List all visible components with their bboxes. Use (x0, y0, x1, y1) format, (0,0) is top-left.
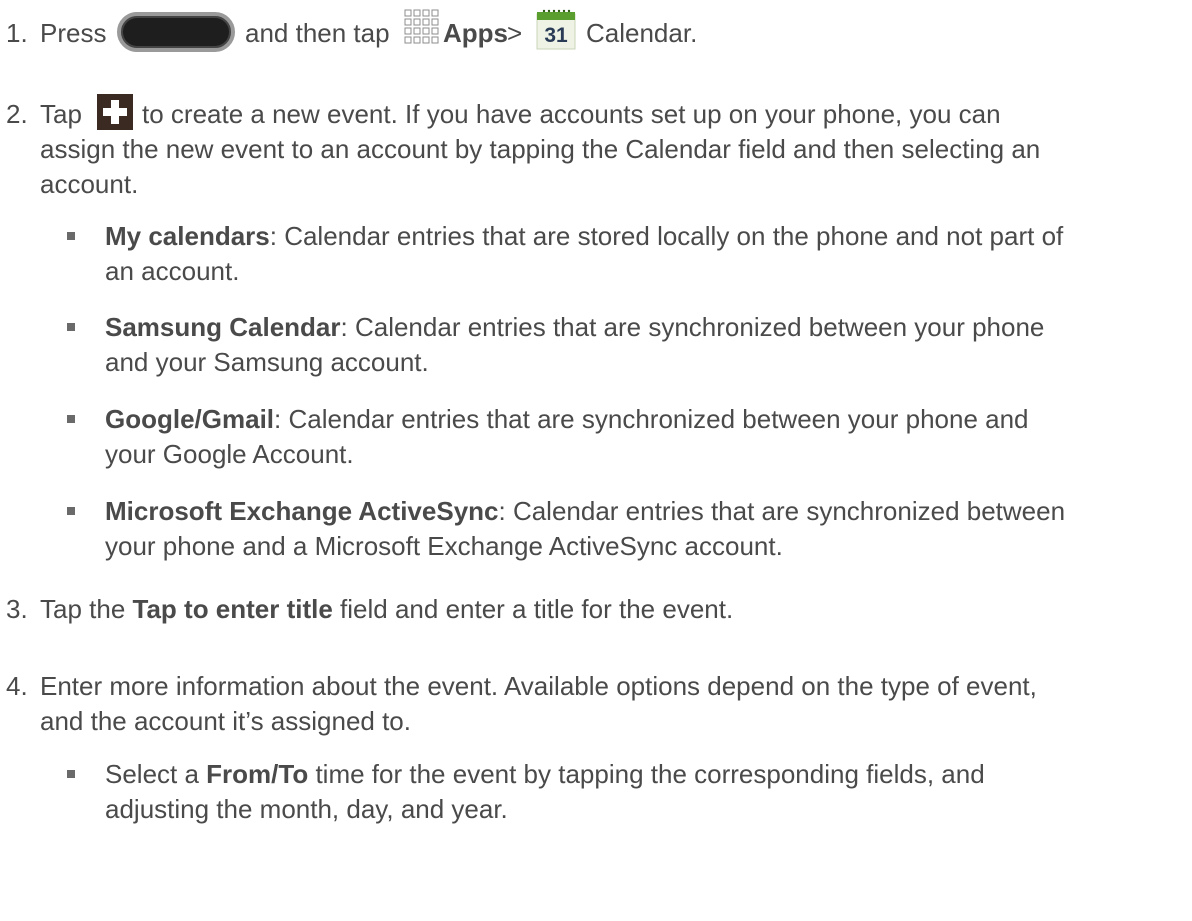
step-3-pre: Tap the (40, 594, 133, 624)
breadcrumb-separator: > (507, 18, 523, 48)
bullet-marker (67, 323, 75, 331)
step-3-post: field and enter a title for the event. (332, 594, 734, 624)
step-number: 2. (6, 99, 28, 129)
calendar-icon-day: 31 (544, 24, 568, 47)
from-to-label: From/To (206, 759, 309, 789)
step-4-line-1: Enter more information about the event. … (40, 671, 1037, 701)
step-number: 4. (6, 671, 28, 701)
step-text-tap: Tap (40, 99, 82, 129)
bullet-marker (67, 507, 75, 515)
step-text-press: Press (40, 18, 107, 48)
option-name: Samsung Calendar (105, 312, 341, 342)
step-4-line-2: and the account it’s assigned to. (40, 706, 411, 736)
option-description: : Calendar entries that are synchronized… (274, 404, 1029, 434)
option-description-cont: your Google Account. (105, 439, 354, 469)
step-2-line-3: account. (40, 169, 139, 199)
step-number: 3. (6, 594, 28, 624)
apps-label: Apps (443, 18, 508, 48)
step-2-line-1: to create a new event. If you have accou… (142, 99, 1001, 129)
home-key-icon (117, 12, 235, 52)
bullet-marker (67, 232, 75, 240)
option-description: : Calendar entries that are synchronized… (340, 312, 1045, 342)
option-description-cont: an account. (105, 256, 240, 286)
add-event-icon (97, 94, 133, 130)
calendar-icon: 31 (536, 8, 576, 50)
title-field-label: Tap to enter title (132, 594, 333, 624)
apps-grid-icon (403, 8, 439, 48)
step-text-and-then-tap: and then tap (245, 18, 390, 48)
option-description: : Calendar entries that are stored local… (269, 221, 1064, 251)
calendar-label: Calendar. (586, 18, 698, 48)
step-1: 1. Press and then tap Apps > 31 Calendar… (0, 8, 1192, 58)
step-number: 1. (6, 18, 28, 48)
option-post: time for the event by tapping the corres… (308, 759, 985, 789)
bullet-marker (67, 770, 75, 778)
option-name: Microsoft Exchange ActiveSync (105, 496, 499, 526)
bullet-marker (67, 415, 75, 423)
option-name: My calendars (105, 221, 270, 251)
option-pre: Select a (105, 759, 207, 789)
option-name: Google/Gmail (105, 404, 275, 434)
option-description: : Calendar entries that are synchronized… (498, 496, 1066, 526)
step-2-line-2: assign the new event to an account by ta… (40, 134, 1041, 164)
option-description-cont: adjusting the month, day, and year. (105, 794, 508, 824)
option-description-cont: your phone and a Microsoft Exchange Acti… (105, 531, 783, 561)
option-description-cont: and your Samsung account. (105, 347, 429, 377)
